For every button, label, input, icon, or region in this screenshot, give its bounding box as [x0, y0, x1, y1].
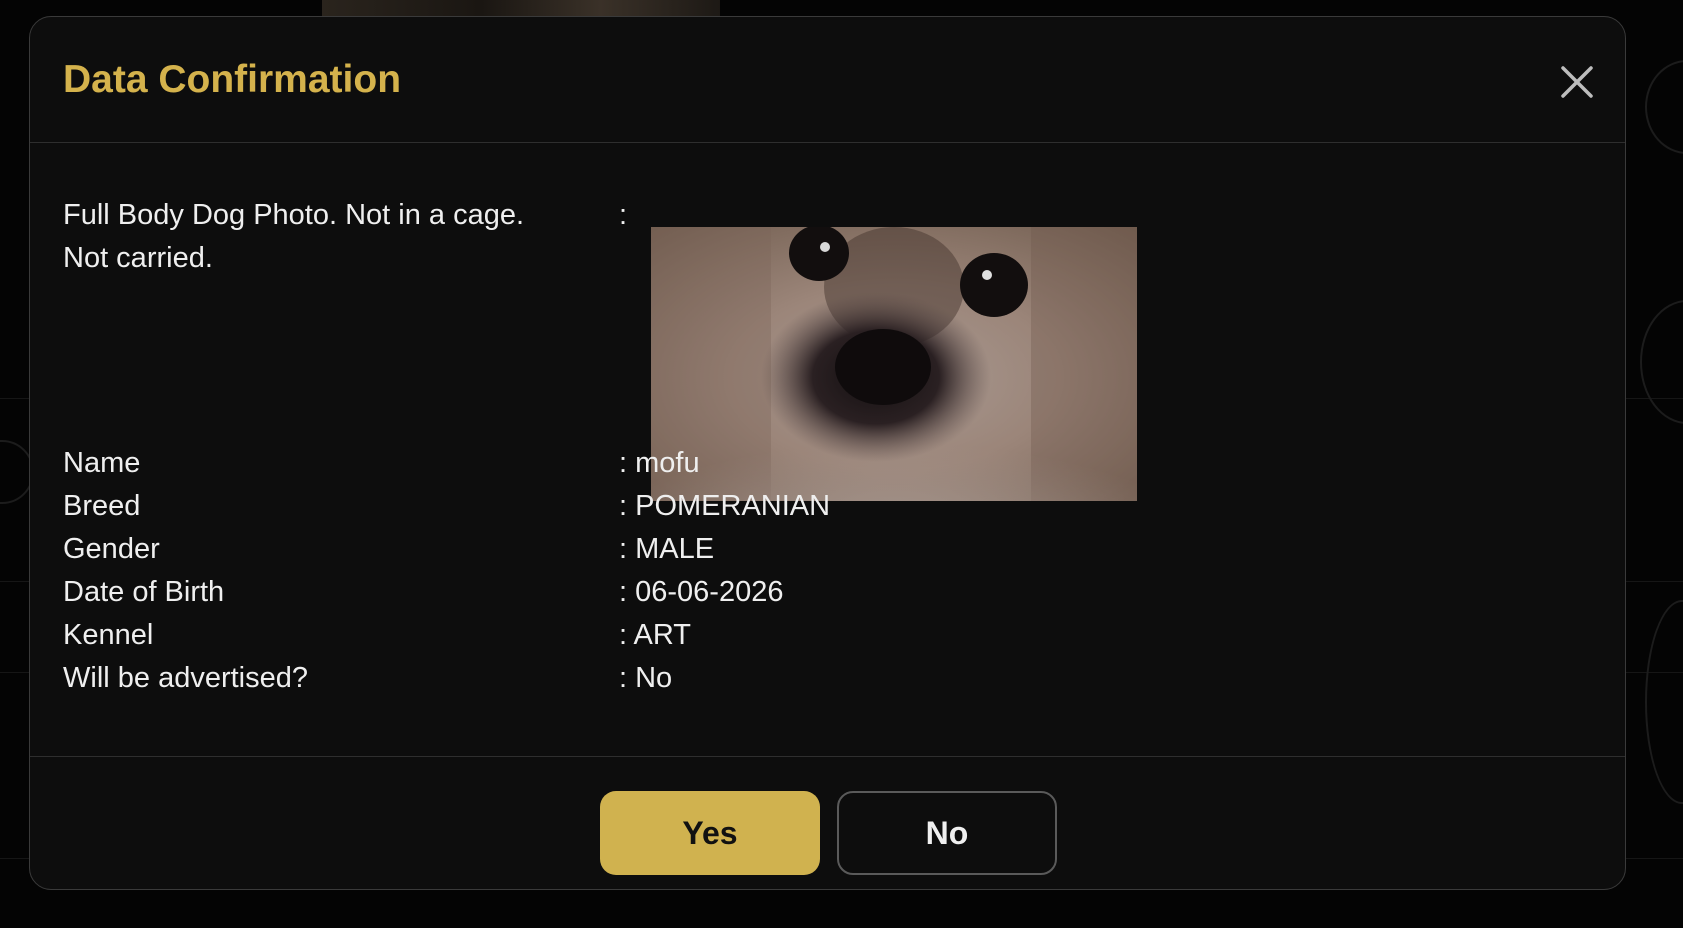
- close-icon: [1561, 66, 1593, 98]
- detail-value: : No: [619, 662, 673, 694]
- detail-value: : MALE: [619, 533, 715, 565]
- detail-row-gender: Gender : MALE: [63, 528, 1163, 571]
- detail-label: Will be advertised?: [63, 662, 308, 694]
- dialog-title: Data Confirmation: [63, 58, 402, 101]
- detail-row-breed: Breed : POMERANIAN: [63, 485, 1163, 528]
- detail-row-date-of-birth: Date of Birth : 06-06-2026: [63, 571, 1163, 614]
- photo-colon: :: [619, 199, 628, 231]
- detail-value: : 06-06-2026: [619, 576, 784, 608]
- detail-value: : POMERANIAN: [619, 490, 831, 522]
- background-photo: [322, 0, 720, 16]
- detail-label: Date of Birth: [63, 576, 225, 608]
- detail-list: Name : mofu Breed : POMERANIAN Gender : …: [63, 442, 1163, 700]
- detail-value: : ART: [619, 619, 691, 651]
- detail-label: Kennel: [63, 619, 154, 651]
- no-button[interactable]: No: [837, 791, 1057, 875]
- close-button[interactable]: [1554, 59, 1600, 105]
- detail-label: Gender: [63, 533, 160, 565]
- detail-label: Breed: [63, 490, 141, 522]
- photo-row: Full Body Dog Photo. Not in a cage. Not …: [63, 194, 1163, 501]
- background-doodle: [1640, 300, 1683, 424]
- detail-value: : mofu: [619, 447, 700, 479]
- detail-row-advertised: Will be advertised? : No: [63, 657, 1163, 700]
- dialog-body: Full Body Dog Photo. Not in a cage. Not …: [30, 143, 1625, 757]
- background-doodle: [1645, 600, 1683, 804]
- detail-row-kennel: Kennel : ART: [63, 614, 1163, 657]
- detail-label: Name: [63, 447, 141, 479]
- data-confirmation-dialog: Data Confirmation Full Body Dog Photo. N…: [29, 16, 1626, 890]
- detail-row-name: Name : mofu: [63, 442, 1163, 485]
- dialog-header: Data Confirmation: [30, 17, 1625, 143]
- yes-button[interactable]: Yes: [600, 791, 820, 875]
- photo-label: Full Body Dog Photo. Not in a cage. Not …: [63, 199, 525, 274]
- dialog-footer: Yes No: [30, 757, 1625, 891]
- background-doodle: [1645, 60, 1683, 154]
